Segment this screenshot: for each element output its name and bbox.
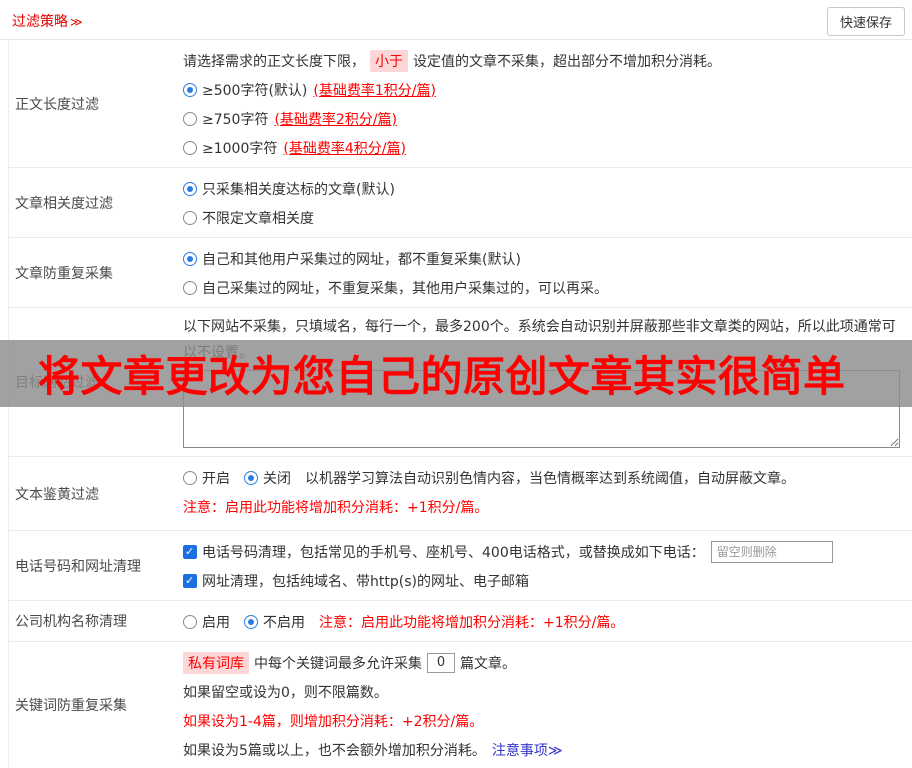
fee-note: (基础费率2积分/篇) [274, 111, 398, 128]
length-option-500[interactable]: ≥500字符(默认) (基础费率1积分/篇) [183, 75, 904, 104]
option-label: 只采集相关度达标的文章(默认) [202, 181, 395, 198]
row-label: 关键词防重复采集 [15, 698, 127, 714]
option-label: 关闭 [263, 470, 291, 487]
radio-dedupe-all-users[interactable] [183, 251, 197, 266]
length-intro: 请选择需求的正文长度下限， 小于 设定值的文章不采集，超出部分不增加积分消耗。 [183, 46, 904, 75]
radio-relevance-any[interactable] [183, 210, 197, 225]
keyword-text: 中每个关键词最多允许采集 [254, 655, 422, 672]
option-label: 自己和其他用户采集过的网址，都不重复采集(默认) [202, 251, 521, 268]
keyword-note-zero: 如果留空或设为0，则不限篇数。 [183, 684, 388, 701]
keyword-note-cost: 如果设为1-4篇，则增加积分消耗：+2积分/篇。 [183, 713, 484, 730]
quick-save-button[interactable]: 快速保存 [826, 7, 905, 36]
watermark-banner: 将文章更改为您自己的原创文章其实很简单 [0, 340, 912, 407]
intro-text: 请选择需求的正文长度下限， [183, 53, 365, 70]
radio-porn-on[interactable] [183, 470, 197, 485]
filter-strategy-page: 过滤策略 ≫ 快速保存 正文长度过滤 请选择需求的正文长度下限， 小于 设定值的文… [0, 0, 912, 768]
checkbox-label: 电话号码清理，包括常见的手机号、座机号、400电话格式，或替换成如下电话： [202, 544, 705, 561]
row-porn-filter: 文本鉴黄过滤 开启 关闭 以机器学习算法自动识别色情内容，当色情概率达到系统阈值… [9, 457, 912, 531]
option-label: 不启用 [263, 614, 305, 631]
relevance-option-any[interactable]: 不限定文章相关度 [183, 203, 904, 232]
radio-length-500[interactable] [183, 82, 197, 97]
fee-note: (基础费率4积分/篇) [283, 140, 406, 157]
row-dedupe-collection: 文章防重复采集 自己和其他用户采集过的网址，都不重复采集(默认) 自己采集过的网… [9, 238, 912, 308]
radio-length-1000[interactable] [183, 140, 197, 155]
fee-note: (基础费率1积分/篇) [313, 82, 436, 99]
radio-porn-off[interactable] [244, 470, 258, 485]
row-label: 公司机构名称清理 [15, 614, 127, 630]
chevron-double-icon: ≫ [70, 15, 83, 29]
porn-cost-note: 注意：启用此功能将增加积分消耗：+1积分/篇。 [183, 499, 489, 516]
option-label: 启用 [202, 614, 230, 631]
length-option-750[interactable]: ≥750字符 (基础费率2积分/篇) [183, 104, 904, 133]
checkbox-label: 网址清理，包括纯域名、带http(s)的网址、电子邮箱 [202, 573, 529, 590]
top-bar: 过滤策略 ≫ 快速保存 [0, 0, 912, 40]
option-label: ≥750字符 [202, 111, 269, 128]
intro-text-2: 设定值的文章不采集，超出部分不增加积分消耗。 [413, 53, 721, 70]
row-label: 电话号码和网址清理 [15, 558, 141, 575]
radio-relevance-strict[interactable] [183, 181, 197, 196]
row-label: 文章防重复采集 [15, 265, 113, 282]
keyword-text-2: 篇文章。 [460, 655, 516, 672]
length-option-1000[interactable]: ≥1000字符 (基础费率4积分/篇) [183, 133, 904, 162]
option-label: ≥500字符(默认) [202, 82, 308, 99]
highlight-private-thesaurus: 私有词库 [183, 651, 249, 674]
page-title[interactable]: 过滤策略 ≫ [12, 11, 83, 31]
checkbox-phone-cleanup[interactable] [183, 544, 197, 559]
dedupe-option-all-users[interactable]: 自己和其他用户采集过的网址，都不重复采集(默认) [183, 244, 904, 273]
max-articles-input[interactable] [427, 652, 455, 673]
radio-dedupe-self-only[interactable] [183, 280, 197, 295]
checkbox-url-cleanup[interactable] [183, 573, 197, 588]
notice-link[interactable]: 注意事项≫ [492, 740, 563, 760]
relevance-option-strict[interactable]: 只采集相关度达标的文章(默认) [183, 174, 904, 203]
radio-length-750[interactable] [183, 111, 197, 126]
row-relevance-filter: 文章相关度过滤 只采集相关度达标的文章(默认) 不限定文章相关度 [9, 168, 912, 238]
highlight-less-than: 小于 [370, 49, 408, 72]
row-body-length-filter: 正文长度过滤 请选择需求的正文长度下限， 小于 设定值的文章不采集，超出部分不增… [9, 40, 912, 168]
company-cost-note: 注意：启用此功能将增加积分消耗：+1积分/篇。 [319, 614, 625, 631]
option-label: 不限定文章相关度 [202, 210, 314, 227]
option-label: 开启 [202, 470, 230, 487]
replacement-phone-input[interactable] [710, 540, 833, 563]
keyword-note-five: 如果设为5篇或以上，也不会额外增加积分消耗。 [183, 742, 486, 759]
row-label: 正文长度过滤 [15, 96, 99, 113]
row-label: 文章相关度过滤 [15, 195, 113, 212]
page-title-text: 过滤策略 [12, 14, 68, 30]
watermark-text: 将文章更改为您自己的原创文章其实很简单 [38, 352, 846, 401]
option-label: 自己采集过的网址，不重复采集，其他用户采集过的，可以再采。 [202, 280, 608, 297]
radio-company-off[interactable] [244, 614, 258, 629]
row-phone-url-cleanup: 电话号码和网址清理 电话号码清理，包括常见的手机号、座机号、400电话格式，或替… [9, 531, 912, 601]
radio-company-on[interactable] [183, 614, 197, 629]
porn-description: 以机器学习算法自动识别色情内容，当色情概率达到系统阈值，自动屏蔽文章。 [305, 470, 795, 487]
row-label: 文本鉴黄过滤 [15, 486, 99, 503]
option-label: ≥1000字符 [202, 140, 278, 157]
row-keyword-dedupe: 关键词防重复采集 私有词库 中每个关键词最多允许采集 篇文章。 如果留空或设为0… [9, 642, 912, 768]
row-company-name-cleanup: 公司机构名称清理 启用 不启用 注意：启用此功能将增加积分消耗：+1积分/篇。 [9, 601, 912, 642]
dedupe-option-self-only[interactable]: 自己采集过的网址，不重复采集，其他用户采集过的，可以再采。 [183, 273, 904, 302]
